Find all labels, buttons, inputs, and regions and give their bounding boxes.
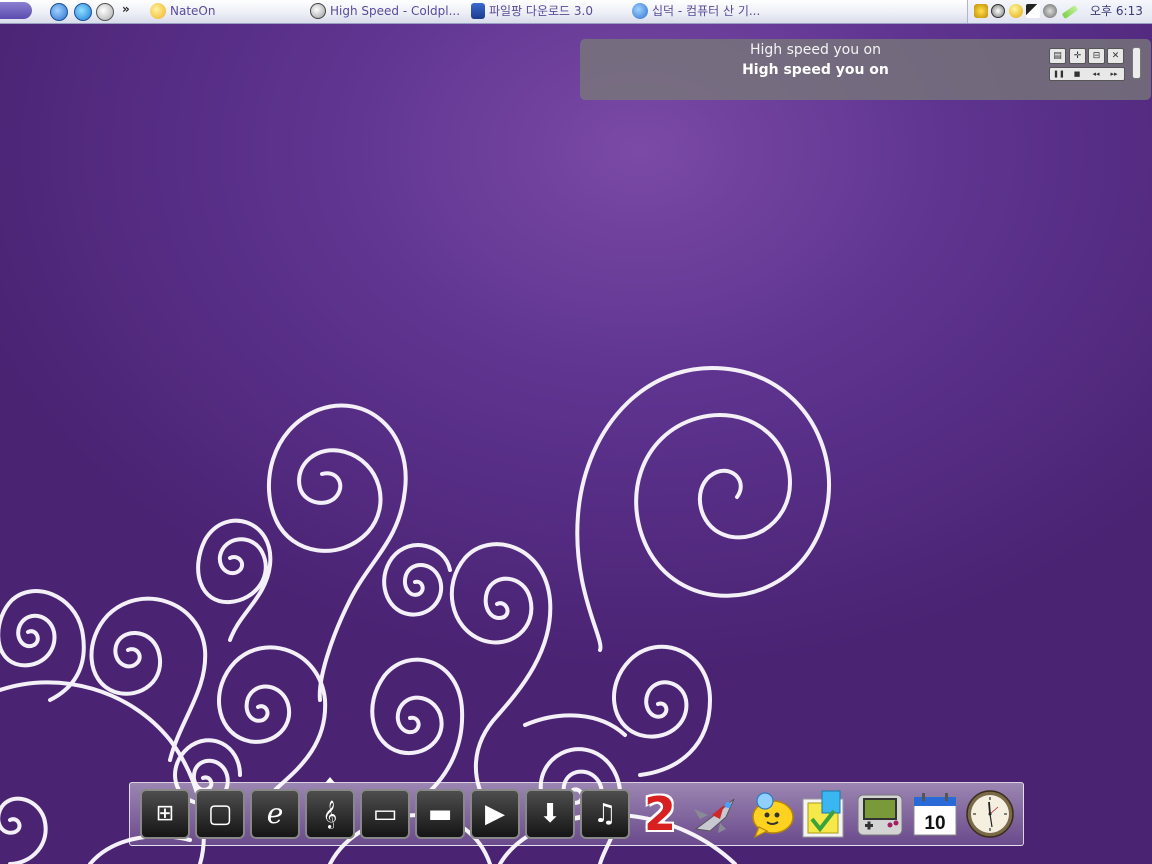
network-icon[interactable] [1026,4,1040,18]
system-tray: 오후 6:13 [967,0,1152,23]
dock-item-windows[interactable]: ⊞ [140,789,190,839]
spaceship-icon [694,798,735,833]
audio-icon[interactable] [1043,4,1057,18]
treble-clef-icon: 𝄞 [322,800,338,828]
itunes-icon [310,3,326,19]
internet-explorer-icon[interactable] [74,3,92,21]
active-indicator [325,777,335,783]
task-button-filepang[interactable]: 파일팡 다운로드 3.0 [471,0,593,23]
internet-explorer-icon: e [266,797,284,830]
security-shield-icon[interactable] [974,4,988,18]
task-label: 파일팡 다운로드 3.0 [489,4,593,18]
dock-item-two[interactable]: 2 [635,789,685,839]
folder-icon: ▬ [427,799,453,829]
internet-explorer-icon [632,3,648,19]
nateon-messenger-icon [752,792,794,839]
move-button[interactable]: ✛ [1069,48,1086,64]
sticky-notes-icon [802,790,844,838]
dock-item-folder[interactable]: ▬ [415,789,465,839]
number-two-icon: 2 [643,787,676,841]
lyrics-resize-handle[interactable] [1132,47,1141,79]
minimize-button[interactable]: ⊟ [1088,48,1105,64]
dock-item-calendar[interactable]: 10 [910,789,960,839]
pause-icon[interactable]: ❚❚ [1050,68,1068,80]
task-label: High Speed - Coldpl... [330,4,461,18]
dock-item-show-desktop[interactable]: ▢ [195,789,245,839]
dock-item-sticky-notes[interactable] [800,789,850,839]
dock-item-game[interactable] [690,789,740,839]
filepang-icon [471,3,485,19]
dock-item-nateon[interactable] [745,789,795,839]
dock-item-internet-explorer[interactable]: e [250,789,300,839]
itunes-icon[interactable] [991,4,1005,18]
playback-controls: ❚❚ ■ ◂◂ ▸▸ [1049,67,1125,81]
dock-item-music[interactable]: 𝄞 [305,789,355,839]
task-button-browser[interactable]: 십덕 - 컴퓨터 산 기... [632,0,760,23]
dock-item-media-player[interactable]: ▶ [470,789,520,839]
close-button[interactable]: ✕ [1107,48,1124,64]
calendar-icon: 10 [913,793,957,836]
task-label: NateOn [170,4,216,18]
previous-track-icon[interactable]: ◂◂ [1087,68,1105,80]
tray-clock[interactable]: 오후 6:13 [1090,0,1143,23]
itunes-icon[interactable] [96,3,114,21]
play-icon: ▶ [485,799,505,829]
lyrics-toggle-button[interactable]: ▤ [1049,48,1066,64]
start-button[interactable] [0,2,32,19]
calendar-day: 10 [924,813,945,834]
task-button-itunes[interactable]: High Speed - Coldpl... [310,0,460,23]
dock-item-music-player[interactable]: ♫ [580,789,630,839]
lyrics-widget[interactable]: High speed you on High speed you on ▤ ✛ … [580,39,1151,100]
monitor-icon: ▭ [372,799,398,829]
dock-item-download[interactable]: ⬇ [525,789,575,839]
pen-icon[interactable] [1061,4,1079,20]
desktop[interactable]: » NateOn High Speed - Coldpl... 파일팡 다운로드… [0,0,1152,864]
stop-icon[interactable]: ■ [1068,68,1086,80]
music-notes-icon: ♫ [593,799,617,829]
task-label: 십덕 - 컴퓨터 산 기... [652,4,761,18]
taskbar: » NateOn High Speed - Coldpl... 파일팡 다운로드… [0,0,1152,24]
download-arrow-icon: ⬇ [539,799,561,829]
dock-item-emulator[interactable] [855,789,905,839]
quick-launch-overflow[interactable]: » [122,2,130,16]
ie-refresh-icon[interactable] [50,3,68,21]
dock: ⊞ ▢ e 𝄞 ▭ ▬ ▶ ⬇ ♫ 2 10 [129,777,1024,846]
next-track-icon[interactable]: ▸▸ [1105,68,1123,80]
lyric-line-next: High speed you on [742,62,889,78]
smiley-icon[interactable] [1009,4,1023,18]
wallpaper-swirls [0,366,832,864]
square-icon: ▢ [207,799,233,829]
lyric-line-current: High speed you on [750,42,881,58]
clock-icon [966,790,1014,838]
dock-item-my-computer[interactable]: ▭ [360,789,410,839]
nateon-icon [150,3,166,19]
dock-item-clock[interactable] [965,789,1015,839]
task-button-nateon[interactable]: NateOn [150,0,215,23]
gameboy-icon [857,794,903,836]
windows-logo-icon: ⊞ [155,801,175,826]
